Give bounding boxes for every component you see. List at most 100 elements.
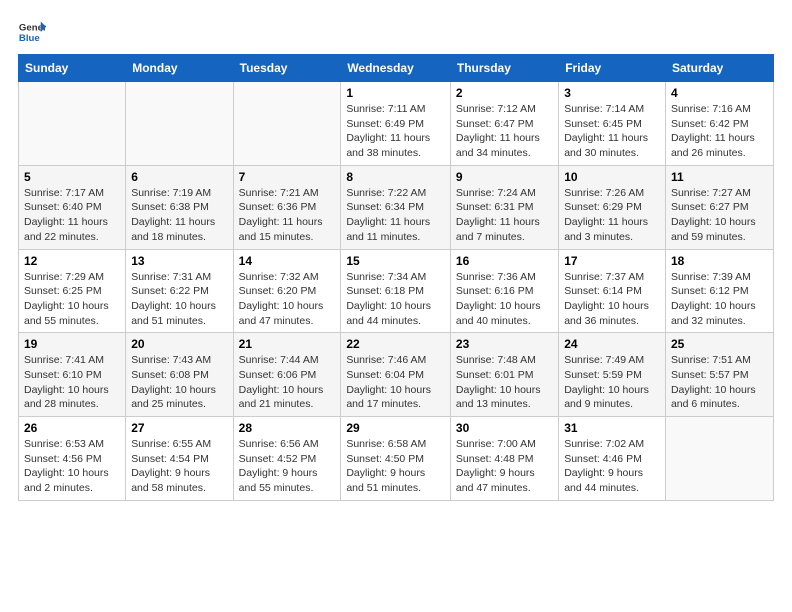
weekday-header-thursday: Thursday xyxy=(450,55,558,82)
calendar-week-row: 1 Sunrise: 7:11 AM Sunset: 6:49 PM Daylig… xyxy=(19,82,774,166)
day-number: 27 xyxy=(131,421,227,435)
calendar-cell: 5Sunrise: 7:17 AM Sunset: 6:40 PM Daylig… xyxy=(19,165,126,249)
calendar-cell: 11 Sunrise: 7:27 AM Sunset: 6:27 PM Dayli… xyxy=(665,165,773,249)
weekday-header-wednesday: Wednesday xyxy=(341,55,451,82)
calendar-cell: 13 Sunrise: 7:31 AM Sunset: 6:22 PM Dayli… xyxy=(126,249,233,333)
day-number: 6 xyxy=(131,170,227,184)
page: General Blue SundayMondayTuesdayWednesda… xyxy=(0,0,792,511)
day-number: 25 xyxy=(671,337,768,351)
day-info: Sunrise: 7:46 AM Sunset: 6:04 PM Dayligh… xyxy=(346,353,445,412)
calendar-cell: 2Sunrise: 7:12 AM Sunset: 6:47 PM Daylig… xyxy=(450,82,558,166)
day-info: Sunrise: 7:51 AM Sunset: 5:57 PM Dayligh… xyxy=(671,353,768,412)
calendar-cell: 17 Sunrise: 7:37 AM Sunset: 6:14 PM Dayli… xyxy=(559,249,666,333)
calendar-cell: 7 Sunrise: 7:21 AM Sunset: 6:36 PM Daylig… xyxy=(233,165,341,249)
day-number: 26 xyxy=(24,421,120,435)
day-number: 17 xyxy=(564,254,660,268)
calendar-cell: 25 Sunrise: 7:51 AM Sunset: 5:57 PM Dayli… xyxy=(665,333,773,417)
day-info: Sunrise: 7:32 AM Sunset: 6:20 PM Dayligh… xyxy=(239,270,336,329)
calendar-table: SundayMondayTuesdayWednesdayThursdayFrid… xyxy=(18,54,774,501)
day-number: 9 xyxy=(456,170,553,184)
day-info: Sunrise: 7:02 AM Sunset: 4:46 PM Dayligh… xyxy=(564,437,660,496)
day-number: 16 xyxy=(456,254,553,268)
calendar-cell: 18Sunrise: 7:39 AM Sunset: 6:12 PM Dayli… xyxy=(665,249,773,333)
day-info: Sunrise: 7:21 AM Sunset: 6:36 PM Dayligh… xyxy=(239,186,336,245)
calendar-cell: 27Sunrise: 6:55 AM Sunset: 4:54 PM Dayli… xyxy=(126,417,233,501)
day-info: Sunrise: 7:19 AM Sunset: 6:38 PM Dayligh… xyxy=(131,186,227,245)
day-info: Sunrise: 7:27 AM Sunset: 6:27 PM Dayligh… xyxy=(671,186,768,245)
day-info: Sunrise: 7:31 AM Sunset: 6:22 PM Dayligh… xyxy=(131,270,227,329)
calendar-cell xyxy=(126,82,233,166)
day-info: Sunrise: 7:43 AM Sunset: 6:08 PM Dayligh… xyxy=(131,353,227,412)
day-number: 24 xyxy=(564,337,660,351)
day-info: Sunrise: 7:29 AM Sunset: 6:25 PM Dayligh… xyxy=(24,270,120,329)
calendar-cell: 12 Sunrise: 7:29 AM Sunset: 6:25 PM Dayli… xyxy=(19,249,126,333)
day-info: Sunrise: 7:11 AM Sunset: 6:49 PM Dayligh… xyxy=(346,102,445,161)
day-number: 8 xyxy=(346,170,445,184)
calendar-week-row: 12 Sunrise: 7:29 AM Sunset: 6:25 PM Dayli… xyxy=(19,249,774,333)
day-number: 7 xyxy=(239,170,336,184)
day-number: 10 xyxy=(564,170,660,184)
day-number: 13 xyxy=(131,254,227,268)
weekday-header-saturday: Saturday xyxy=(665,55,773,82)
day-number: 31 xyxy=(564,421,660,435)
day-number: 22 xyxy=(346,337,445,351)
day-number: 11 xyxy=(671,170,768,184)
svg-text:Blue: Blue xyxy=(19,33,40,44)
day-info: Sunrise: 7:41 AM Sunset: 6:10 PM Dayligh… xyxy=(24,353,120,412)
calendar-cell xyxy=(665,417,773,501)
day-number: 19 xyxy=(24,337,120,351)
calendar-cell: 6 Sunrise: 7:19 AM Sunset: 6:38 PM Daylig… xyxy=(126,165,233,249)
day-info: Sunrise: 7:49 AM Sunset: 5:59 PM Dayligh… xyxy=(564,353,660,412)
day-number: 15 xyxy=(346,254,445,268)
calendar-week-row: 5Sunrise: 7:17 AM Sunset: 6:40 PM Daylig… xyxy=(19,165,774,249)
day-number: 21 xyxy=(239,337,336,351)
day-info: Sunrise: 7:36 AM Sunset: 6:16 PM Dayligh… xyxy=(456,270,553,329)
day-info: Sunrise: 6:56 AM Sunset: 4:52 PM Dayligh… xyxy=(239,437,336,496)
calendar-cell xyxy=(19,82,126,166)
weekday-header-tuesday: Tuesday xyxy=(233,55,341,82)
calendar-cell: 3Sunrise: 7:14 AM Sunset: 6:45 PM Daylig… xyxy=(559,82,666,166)
header: General Blue xyxy=(18,18,774,46)
day-info: Sunrise: 7:48 AM Sunset: 6:01 PM Dayligh… xyxy=(456,353,553,412)
day-number: 23 xyxy=(456,337,553,351)
day-info: Sunrise: 7:26 AM Sunset: 6:29 PM Dayligh… xyxy=(564,186,660,245)
calendar-cell: 8Sunrise: 7:22 AM Sunset: 6:34 PM Daylig… xyxy=(341,165,451,249)
day-info: Sunrise: 6:58 AM Sunset: 4:50 PM Dayligh… xyxy=(346,437,445,496)
calendar-cell: 20 Sunrise: 7:43 AM Sunset: 6:08 PM Dayli… xyxy=(126,333,233,417)
calendar-cell: 30 Sunrise: 7:00 AM Sunset: 4:48 PM Dayli… xyxy=(450,417,558,501)
logo-icon: General Blue xyxy=(18,18,46,46)
calendar-cell: 16 Sunrise: 7:36 AM Sunset: 6:16 PM Dayli… xyxy=(450,249,558,333)
day-number: 14 xyxy=(239,254,336,268)
calendar-cell: 9 Sunrise: 7:24 AM Sunset: 6:31 PM Daylig… xyxy=(450,165,558,249)
calendar-week-row: 26 Sunrise: 6:53 AM Sunset: 4:56 PM Dayli… xyxy=(19,417,774,501)
weekday-header-sunday: Sunday xyxy=(19,55,126,82)
calendar-cell: 14 Sunrise: 7:32 AM Sunset: 6:20 PM Dayli… xyxy=(233,249,341,333)
day-info: Sunrise: 7:12 AM Sunset: 6:47 PM Dayligh… xyxy=(456,102,553,161)
weekday-header-monday: Monday xyxy=(126,55,233,82)
day-info: Sunrise: 7:17 AM Sunset: 6:40 PM Dayligh… xyxy=(24,186,120,245)
calendar-cell: 21 Sunrise: 7:44 AM Sunset: 6:06 PM Dayli… xyxy=(233,333,341,417)
day-number: 29 xyxy=(346,421,445,435)
day-info: Sunrise: 7:00 AM Sunset: 4:48 PM Dayligh… xyxy=(456,437,553,496)
day-info: Sunrise: 7:37 AM Sunset: 6:14 PM Dayligh… xyxy=(564,270,660,329)
day-info: Sunrise: 6:53 AM Sunset: 4:56 PM Dayligh… xyxy=(24,437,120,496)
day-info: Sunrise: 7:44 AM Sunset: 6:06 PM Dayligh… xyxy=(239,353,336,412)
calendar-cell: 15 Sunrise: 7:34 AM Sunset: 6:18 PM Dayli… xyxy=(341,249,451,333)
day-number: 20 xyxy=(131,337,227,351)
day-number: 28 xyxy=(239,421,336,435)
day-number: 12 xyxy=(24,254,120,268)
calendar-cell: 19 Sunrise: 7:41 AM Sunset: 6:10 PM Dayli… xyxy=(19,333,126,417)
weekday-header-row: SundayMondayTuesdayWednesdayThursdayFrid… xyxy=(19,55,774,82)
calendar-week-row: 19 Sunrise: 7:41 AM Sunset: 6:10 PM Dayli… xyxy=(19,333,774,417)
day-number: 3 xyxy=(564,86,660,100)
calendar-cell: 10 Sunrise: 7:26 AM Sunset: 6:29 PM Dayli… xyxy=(559,165,666,249)
calendar-cell: 22 Sunrise: 7:46 AM Sunset: 6:04 PM Dayli… xyxy=(341,333,451,417)
calendar-cell: 4 Sunrise: 7:16 AM Sunset: 6:42 PM Daylig… xyxy=(665,82,773,166)
day-info: Sunrise: 7:34 AM Sunset: 6:18 PM Dayligh… xyxy=(346,270,445,329)
day-info: Sunrise: 7:24 AM Sunset: 6:31 PM Dayligh… xyxy=(456,186,553,245)
day-number: 1 xyxy=(346,86,445,100)
calendar-cell xyxy=(233,82,341,166)
day-number: 4 xyxy=(671,86,768,100)
day-number: 30 xyxy=(456,421,553,435)
day-info: Sunrise: 7:16 AM Sunset: 6:42 PM Dayligh… xyxy=(671,102,768,161)
